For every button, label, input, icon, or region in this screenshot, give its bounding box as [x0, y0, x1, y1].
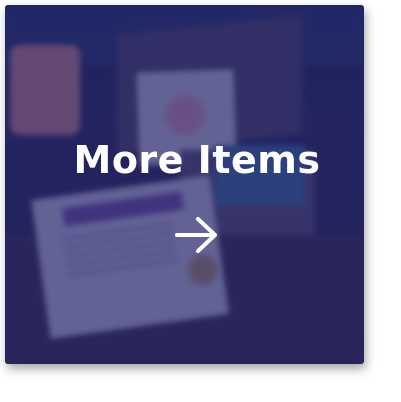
more-items-tile[interactable]: More Items: [5, 5, 364, 364]
tile-label: More Items: [73, 138, 321, 182]
arrow-right-icon: [175, 217, 217, 253]
color-overlay: [5, 5, 364, 364]
